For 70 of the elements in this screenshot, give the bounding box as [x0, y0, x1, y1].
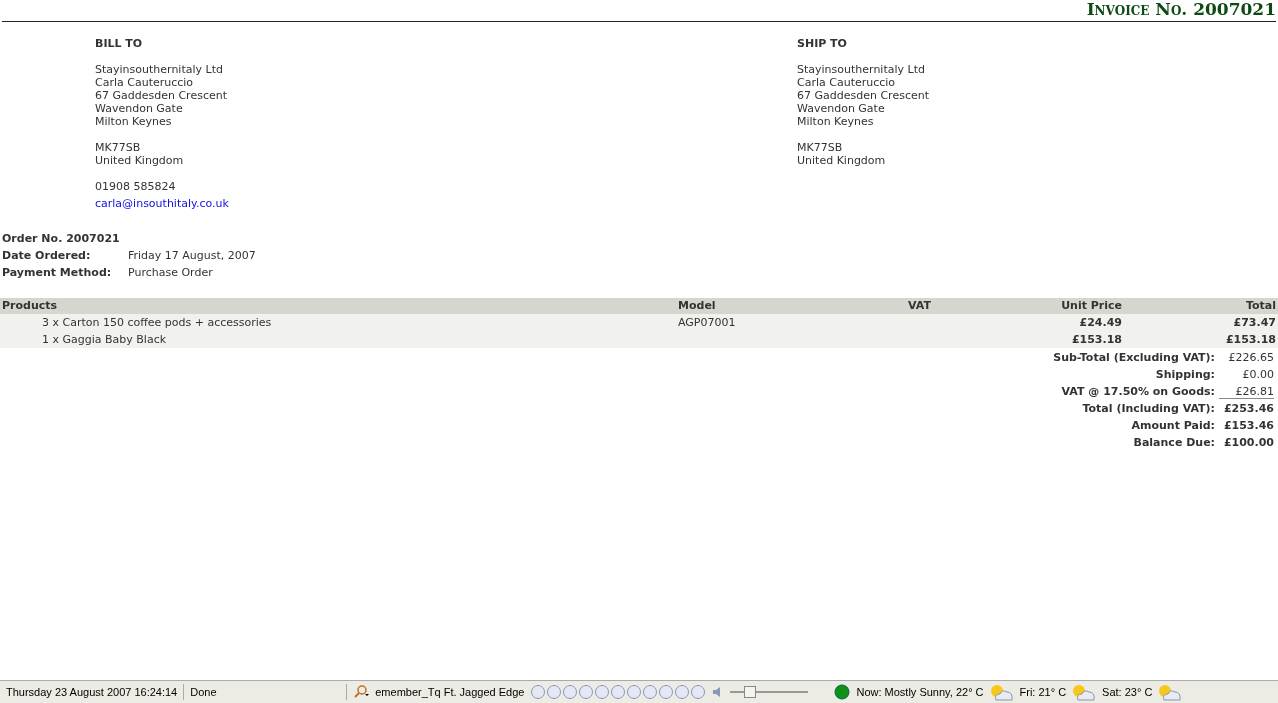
- media-control-button[interactable]: [579, 685, 594, 699]
- table-cell: AGP07001: [676, 314, 904, 331]
- globe-icon: [834, 684, 851, 700]
- total-value: £100.00: [1222, 436, 1274, 449]
- address-line: Carla Cauteruccio: [95, 76, 195, 89]
- media-control-button[interactable]: [595, 685, 610, 699]
- table-cell: £153.18: [1024, 331, 1124, 348]
- address-line: Milton Keynes: [797, 115, 875, 128]
- total-value: £26.81: [1219, 385, 1274, 399]
- table-cell: £73.47: [1124, 314, 1278, 331]
- table-cell: £24.49: [1024, 314, 1124, 331]
- column-header: Products: [0, 298, 676, 314]
- total-value: £226.65: [1227, 351, 1274, 364]
- address-line: MK77SB: [797, 141, 844, 154]
- total-value: £0.00: [1241, 368, 1274, 381]
- address-line: Stayinsouthernitaly Ltd: [797, 63, 926, 76]
- total-label: Balance Due:: [1132, 436, 1215, 449]
- address-heading: BILL TO: [95, 37, 144, 50]
- address-line: United Kingdom: [797, 154, 887, 167]
- media-control-button[interactable]: [643, 685, 658, 699]
- total-label: Sub-Total (Excluding VAT):: [1053, 351, 1215, 364]
- address-line: Wavendon Gate: [95, 102, 184, 115]
- total-label: VAT @ 17.50% on Goods:: [1060, 385, 1215, 398]
- status-datetime: Thursday 23 August 2007 16:24:14: [0, 684, 185, 700]
- sun-cloud-icon: [1156, 683, 1183, 701]
- media-control-button[interactable]: [531, 685, 546, 699]
- address-line: 67 Gaddesden Crescent: [95, 89, 228, 102]
- media-control-button[interactable]: [611, 685, 626, 699]
- weather-text: Now: Mostly Sunny, 22° C: [855, 686, 985, 698]
- field-value: Friday 17 August, 2007: [128, 249, 256, 262]
- address-line: Wavendon Gate: [797, 102, 886, 115]
- media-control-button[interactable]: [627, 685, 642, 699]
- volume-thumb[interactable]: [743, 686, 756, 698]
- field-label: Payment Method:: [2, 266, 113, 279]
- media-control-button[interactable]: [547, 685, 562, 699]
- address-line: United Kingdom: [95, 154, 185, 167]
- search-icon[interactable]: [353, 685, 370, 699]
- total-label: Amount Paid:: [1130, 419, 1215, 432]
- address-line: Milton Keynes: [95, 115, 173, 128]
- invoice-title: Invoice No. 2007021: [1086, 0, 1276, 21]
- address-line: 67 Gaddesden Crescent: [797, 89, 930, 102]
- column-header: Unit Price: [1024, 298, 1124, 314]
- table-cell: 1 x Gaggia Baby Black: [0, 331, 676, 348]
- weather-text: Sat: 23° C: [1101, 686, 1154, 698]
- media-control-button[interactable]: [563, 685, 578, 699]
- order-number: Order No. 2007021: [2, 232, 121, 245]
- sun-cloud-icon: [1070, 683, 1097, 701]
- media-control-button[interactable]: [675, 685, 690, 699]
- total-label: Shipping:: [1154, 368, 1215, 381]
- media-control-button[interactable]: [691, 685, 706, 699]
- column-header: Model: [676, 298, 904, 314]
- email-link[interactable]: carla@insouthitaly.co.uk: [95, 197, 229, 210]
- column-header: VAT: [904, 298, 1024, 314]
- address-line: Stayinsouthernitaly Ltd: [95, 63, 224, 76]
- address-line: Carla Cauteruccio: [797, 76, 897, 89]
- table-cell: 3 x Carton 150 coffee pods + accessories: [0, 314, 676, 331]
- total-label: Total (Including VAT):: [1081, 402, 1215, 415]
- media-control-button[interactable]: [659, 685, 674, 699]
- address-heading: SHIP TO: [797, 37, 848, 50]
- phone-number: 01908 585824: [95, 180, 177, 193]
- table-cell: £153.18: [1124, 331, 1278, 348]
- weather-text: Fri: 21° C: [1018, 686, 1068, 698]
- column-header: Total: [1124, 298, 1278, 314]
- status-text: Done: [184, 684, 348, 700]
- address-line: MK77SB: [95, 141, 142, 154]
- field-label: Date Ordered:: [2, 249, 92, 262]
- total-value: £253.46: [1222, 402, 1274, 415]
- total-value: £153.46: [1222, 419, 1274, 432]
- track-title: emember_Tq Ft. Jagged Edge: [374, 685, 526, 700]
- field-value: Purchase Order: [128, 266, 214, 279]
